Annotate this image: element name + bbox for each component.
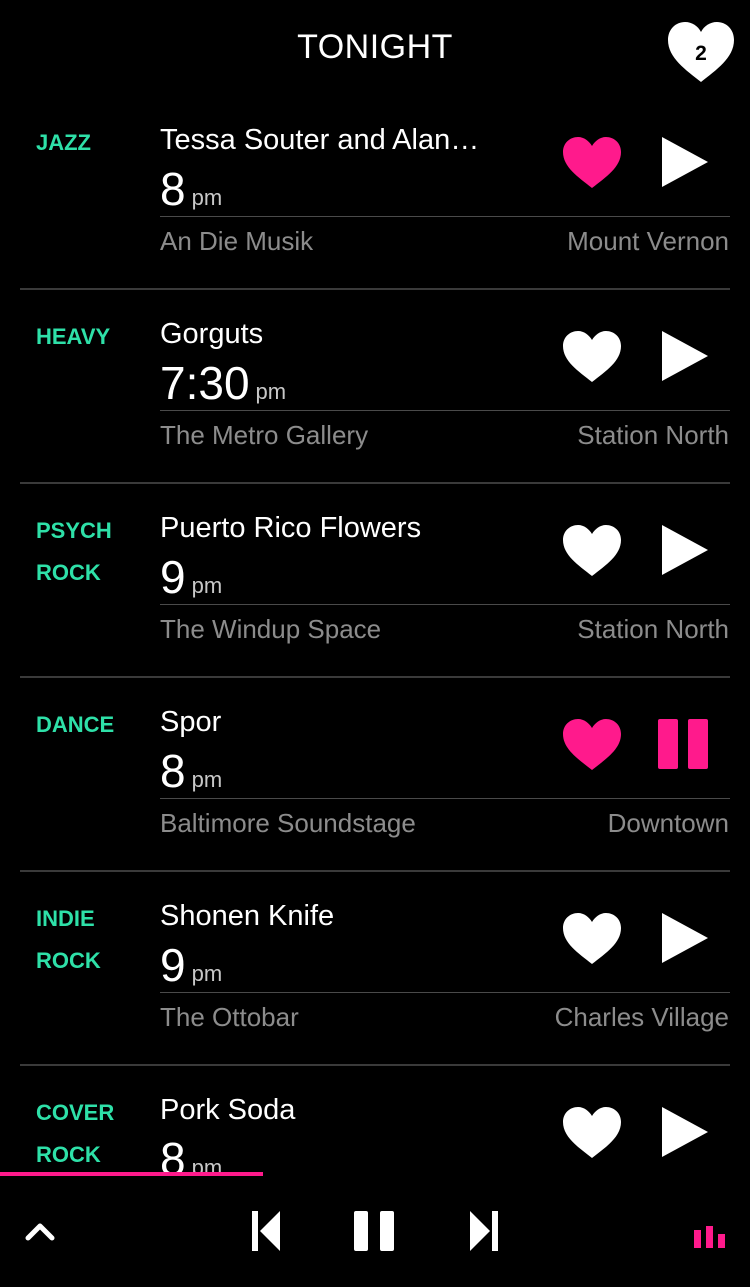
play-icon <box>662 525 708 575</box>
favorites-button[interactable]: 2 <box>666 20 736 84</box>
event-neighborhood: Charles Village <box>554 1002 729 1032</box>
event-time: 8 pm <box>160 744 222 798</box>
event-time-value: 8 <box>160 745 186 797</box>
event-time-ampm: pm <box>191 767 223 792</box>
event-separator <box>160 798 730 799</box>
event-time-ampm: pm <box>191 185 223 210</box>
event-time: 7:30 pm <box>160 356 286 410</box>
equalizer-icon <box>694 1226 725 1248</box>
event-time: 8 pm <box>160 162 222 216</box>
genre-word: COVER <box>36 1100 115 1125</box>
event-venue[interactable]: The Metro Gallery <box>160 420 368 451</box>
pause-button[interactable] <box>656 716 712 772</box>
event-time-value: 9 <box>160 939 186 991</box>
skip-previous-icon <box>252 1211 280 1251</box>
event-genre: DANCE <box>36 704 146 746</box>
event-neighborhood: Station North <box>577 420 729 450</box>
favorite-button[interactable] <box>560 910 624 966</box>
playlist-button[interactable] <box>692 1224 728 1250</box>
pause-icon <box>658 719 708 769</box>
genre-word: JAZZ <box>36 130 91 155</box>
event-time-value: 9 <box>160 551 186 603</box>
event-genre: PSYCH ROCK <box>36 510 146 594</box>
event-row[interactable]: HEAVY Gorguts 7:30 pm The Metro Gallery Stati… <box>0 290 750 484</box>
heart-icon <box>563 719 621 770</box>
event-title[interactable]: Spor <box>160 706 510 739</box>
event-time-value: 8 <box>160 1133 186 1176</box>
event-separator <box>160 216 730 217</box>
expand-player-button[interactable] <box>22 1214 58 1250</box>
genre-word: ROCK <box>36 948 101 973</box>
favorite-button[interactable] <box>560 328 624 384</box>
event-title[interactable]: Shonen Knife <box>160 900 510 933</box>
event-separator <box>160 410 730 411</box>
genre-word: PSYCH <box>36 518 112 543</box>
event-title[interactable]: Tessa Souter and Alan… <box>160 124 510 157</box>
genre-word: HEAVY <box>36 324 111 349</box>
event-neighborhood: Station North <box>577 614 729 644</box>
genre-word: ROCK <box>36 560 101 585</box>
event-row[interactable]: PSYCH ROCK Puerto Rico Flowers 9 pm The Windu… <box>0 484 750 678</box>
event-time: 9 pm <box>160 938 222 992</box>
player-bar <box>0 1176 750 1287</box>
event-neighborhood: Downtown <box>607 808 729 838</box>
event-row[interactable]: INDIE ROCK Shonen Knife 9 pm The Ottobar Charl… <box>0 872 750 1066</box>
event-time-ampm: pm <box>255 379 287 404</box>
pause-icon <box>354 1211 394 1251</box>
event-genre: JAZZ <box>36 122 146 164</box>
play-button[interactable] <box>656 910 712 966</box>
play-icon <box>662 913 708 963</box>
event-neighborhood: Mount Vernon <box>567 226 729 256</box>
play-button[interactable] <box>656 328 712 384</box>
favorites-count: 2 <box>695 42 707 65</box>
event-venue[interactable]: An Die Musik <box>160 226 313 257</box>
next-track-button[interactable] <box>466 1208 502 1254</box>
event-time-value: 8 <box>160 163 186 215</box>
event-title[interactable]: Gorguts <box>160 318 510 351</box>
play-button[interactable] <box>656 1104 712 1160</box>
event-title[interactable]: Puerto Rico Flowers <box>160 512 510 545</box>
event-time-ampm: pm <box>191 573 223 598</box>
page-title: TONIGHT <box>297 28 453 66</box>
event-genre: INDIE ROCK <box>36 898 146 982</box>
heart-icon <box>563 331 621 382</box>
play-icon <box>662 137 708 187</box>
genre-word: ROCK <box>36 1142 101 1167</box>
event-time: 9 pm <box>160 550 222 604</box>
chevron-up-icon <box>25 1223 55 1241</box>
event-time: 8 pm <box>160 1132 222 1176</box>
pause-button[interactable] <box>352 1208 398 1254</box>
genre-word: DANCE <box>36 712 115 737</box>
event-title[interactable]: Pork Soda <box>160 1094 510 1127</box>
event-row[interactable]: COVER ROCK Pork Soda 8 pm <box>0 1066 750 1176</box>
previous-track-button[interactable] <box>248 1208 284 1254</box>
event-genre: COVER ROCK <box>36 1092 146 1176</box>
genre-word: INDIE <box>36 906 95 931</box>
event-row[interactable]: DANCE Spor 8 pm Baltimore Soundstage Downtown <box>0 678 750 872</box>
event-venue[interactable]: The Ottobar <box>160 1002 299 1033</box>
event-time-ampm: pm <box>191 961 223 986</box>
play-button[interactable] <box>656 522 712 578</box>
play-icon <box>662 1107 708 1157</box>
event-row[interactable]: JAZZ Tessa Souter and Alan… 8 pm An Die Musi… <box>0 96 750 290</box>
event-venue[interactable]: Baltimore Soundstage <box>160 808 416 839</box>
event-list[interactable]: JAZZ Tessa Souter and Alan… 8 pm An Die Musi… <box>0 96 750 1176</box>
header-bar: TONIGHT 2 <box>0 0 750 100</box>
heart-icon <box>563 913 621 964</box>
event-time-value: 7:30 <box>160 357 250 409</box>
event-separator <box>160 992 730 993</box>
play-icon <box>662 331 708 381</box>
skip-next-icon <box>470 1211 498 1251</box>
favorite-button[interactable] <box>560 1104 624 1160</box>
event-venue[interactable]: The Windup Space <box>160 614 381 645</box>
event-separator <box>160 604 730 605</box>
favorite-button[interactable] <box>560 716 624 772</box>
heart-icon <box>563 1107 621 1158</box>
favorite-button[interactable] <box>560 134 624 190</box>
favorite-button[interactable] <box>560 522 624 578</box>
play-button[interactable] <box>656 134 712 190</box>
heart-icon <box>563 137 621 188</box>
event-genre: HEAVY <box>36 316 146 358</box>
heart-icon <box>563 525 621 576</box>
